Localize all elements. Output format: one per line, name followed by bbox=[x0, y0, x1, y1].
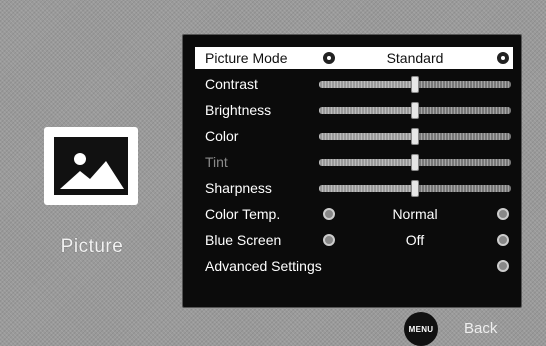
contrast-slider-fill bbox=[319, 81, 415, 88]
arrow-right-icon[interactable] bbox=[497, 260, 509, 272]
picture-mode-label: Picture Mode bbox=[205, 50, 288, 66]
menu-row-advanced-settings[interactable]: Advanced Settings bbox=[195, 255, 513, 277]
menu-row-brightness[interactable]: Brightness bbox=[195, 99, 513, 121]
advanced-settings-label: Advanced Settings bbox=[205, 258, 322, 274]
blue-screen-value: Off bbox=[405, 232, 425, 248]
contrast-label: Contrast bbox=[205, 76, 258, 92]
brightness-label: Brightness bbox=[205, 102, 272, 118]
tint-slider-fill bbox=[319, 159, 415, 166]
color-slider-knob[interactable] bbox=[411, 128, 419, 145]
blue-screen-label: Blue Screen bbox=[205, 232, 282, 248]
color-slider[interactable] bbox=[319, 128, 511, 145]
tint-slider-knob bbox=[411, 154, 419, 171]
color-slider-fill bbox=[319, 133, 415, 140]
menu-row-blue-screen[interactable]: Blue Screen Off bbox=[195, 229, 513, 251]
sharpness-slider[interactable] bbox=[319, 180, 511, 197]
menu-row-contrast[interactable]: Contrast bbox=[195, 73, 513, 95]
brightness-slider-fill bbox=[319, 107, 415, 114]
brightness-slider[interactable] bbox=[319, 102, 511, 119]
color-label: Color bbox=[205, 128, 239, 144]
menu-row-sharpness[interactable]: Sharpness bbox=[195, 177, 513, 199]
sharpness-slider-fill bbox=[319, 185, 415, 192]
arrow-right-icon[interactable] bbox=[497, 208, 509, 220]
menu-button-icon[interactable]: MENU bbox=[404, 312, 438, 346]
tint-label: Tint bbox=[205, 154, 228, 170]
arrow-right-icon[interactable] bbox=[497, 52, 509, 64]
picture-category-icon bbox=[44, 127, 138, 205]
menu-row-tint: Tint bbox=[195, 151, 513, 173]
arrow-left-icon[interactable] bbox=[323, 208, 335, 220]
arrow-left-icon[interactable] bbox=[323, 52, 335, 64]
sharpness-slider-knob[interactable] bbox=[411, 180, 419, 197]
sharpness-label: Sharpness bbox=[205, 180, 272, 196]
color-temp-value: Normal bbox=[392, 206, 438, 222]
arrow-left-icon[interactable] bbox=[323, 234, 335, 246]
menu-row-picture-mode[interactable]: Picture Mode Standard bbox=[195, 47, 513, 69]
contrast-slider[interactable] bbox=[319, 76, 511, 93]
back-label: Back bbox=[464, 320, 498, 337]
tint-slider bbox=[319, 154, 511, 171]
color-temp-label: Color Temp. bbox=[205, 206, 281, 222]
arrow-right-icon[interactable] bbox=[497, 234, 509, 246]
menu-row-color-temp[interactable]: Color Temp. Normal bbox=[195, 203, 513, 225]
picture-landscape-icon bbox=[60, 153, 124, 189]
category-label: Picture bbox=[60, 236, 124, 257]
brightness-slider-knob[interactable] bbox=[411, 102, 419, 119]
menu-row-color[interactable]: Color bbox=[195, 125, 513, 147]
contrast-slider-knob[interactable] bbox=[411, 76, 419, 93]
picture-mode-value: Standard bbox=[386, 50, 444, 66]
picture-settings-menu: Picture Mode Standard Contrast Brightnes… bbox=[182, 34, 522, 308]
